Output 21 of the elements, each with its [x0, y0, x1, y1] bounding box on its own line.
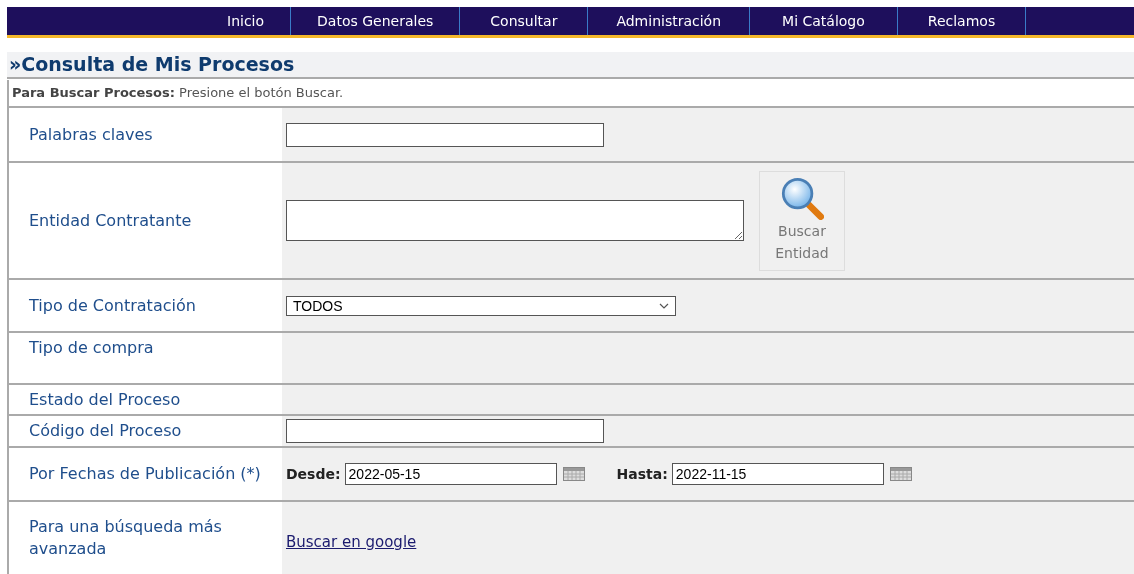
chevron-icon	[659, 302, 669, 309]
dropdown[interactable]: TODOS	[286, 295, 676, 316]
input-field[interactable]	[286, 419, 604, 443]
search-icon	[780, 175, 824, 220]
nav-link[interactable]: Datos Generales	[291, 7, 461, 35]
nav-link[interactable]: Inicio	[195, 7, 292, 35]
date-label: Desde:	[286, 466, 341, 482]
nav-link[interactable]: Administración	[588, 7, 751, 35]
google-search-link[interactable]: Buscar en google	[286, 533, 417, 551]
search-entity-button[interactable]: Buscar Entidad	[759, 170, 845, 271]
input-field[interactable]	[286, 200, 744, 241]
nav-link[interactable]: Mi Catálogo	[750, 7, 898, 35]
page-title: »Consulta de Mis Procesos	[7, 52, 1134, 79]
input-field[interactable]	[286, 122, 604, 147]
nav-link[interactable]: Consultar	[460, 7, 589, 35]
nav-link[interactable]: Reclamos	[897, 7, 1027, 35]
date-field[interactable]: 2022-05-15	[344, 463, 557, 485]
calendar-icon[interactable]	[889, 467, 912, 481]
date-field[interactable]: 2022-11-15	[671, 463, 884, 485]
calendar-icon[interactable]	[562, 467, 585, 481]
date-label: Hasta:	[616, 466, 668, 482]
